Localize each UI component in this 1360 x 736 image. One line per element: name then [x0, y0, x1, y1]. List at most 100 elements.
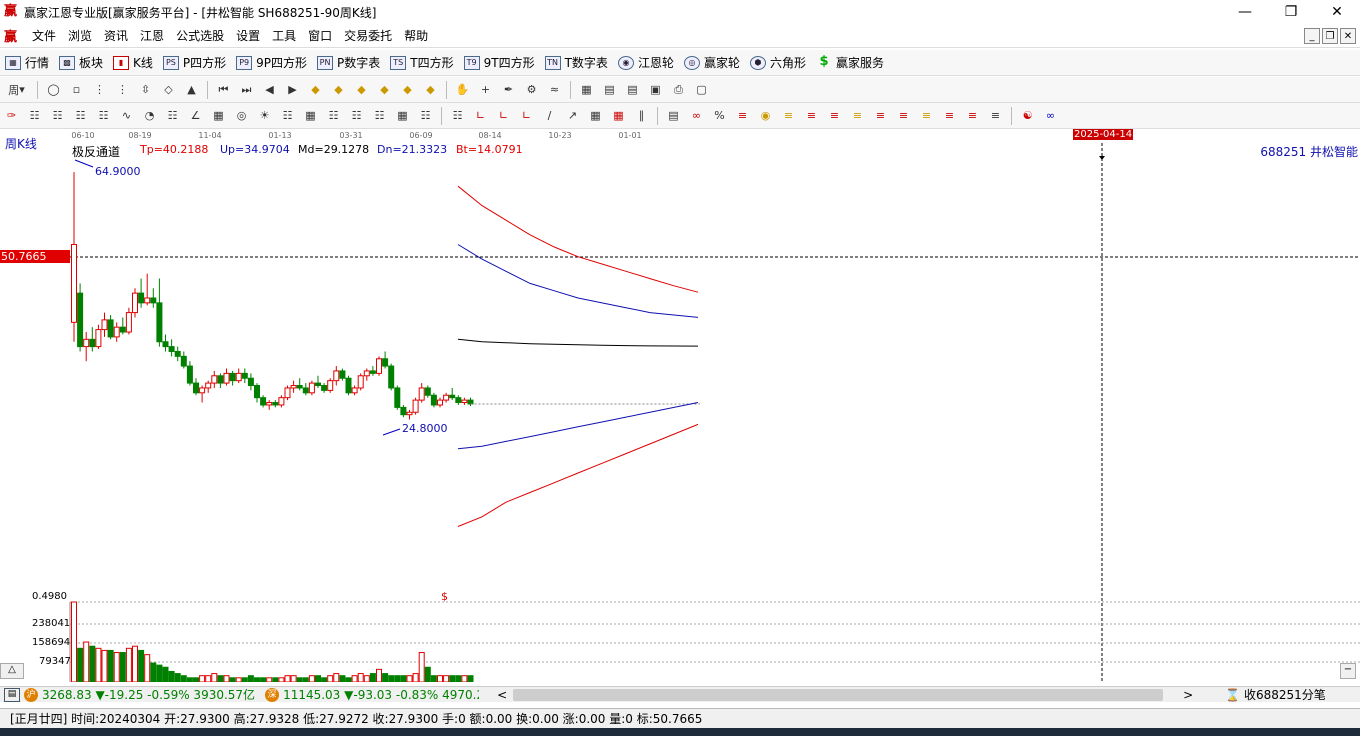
tool-icon-1[interactable]: ◯: [45, 81, 63, 99]
angle-icon[interactable]: ∠: [187, 107, 205, 125]
level-icon-11[interactable]: ≡: [987, 107, 1005, 125]
menu-settings[interactable]: 设置: [230, 27, 266, 44]
bars-icon-3[interactable]: ☷: [72, 107, 90, 125]
tool-icon-6[interactable]: ◇: [160, 81, 178, 99]
bars-icon-1[interactable]: ☷: [26, 107, 44, 125]
calendar-icon[interactable]: ▦: [578, 81, 596, 99]
bars-icon-9[interactable]: ☷: [371, 107, 389, 125]
level-icon-5[interactable]: ≡: [849, 107, 867, 125]
tb-sector-button[interactable]: ▩ 板块: [54, 52, 108, 74]
fan-icon-2[interactable]: ∟: [495, 107, 513, 125]
print-icon[interactable]: ⎙: [670, 81, 688, 99]
level-icon-9[interactable]: ≡: [941, 107, 959, 125]
list-icon[interactable]: ▤: [4, 687, 20, 702]
chart-area[interactable]: 06-10 08-19 11-04 01-13 03-31 06-09 08-14 10-23…: [0, 129, 1360, 682]
tb-ts-button[interactable]: TS T四方形: [385, 52, 458, 74]
tb-t9-button[interactable]: T9 9T四方形: [459, 52, 540, 74]
grid-icon-2[interactable]: ▦: [210, 107, 228, 125]
table-icon-2[interactable]: ▤: [665, 107, 683, 125]
menu-gann[interactable]: 江恩: [134, 27, 170, 44]
tool-icon-7[interactable]: ▲: [183, 81, 201, 99]
grid-icon-3[interactable]: ▦: [302, 107, 320, 125]
bars-icon-8[interactable]: ☷: [348, 107, 366, 125]
mdi-restore-icon[interactable]: ❐: [1322, 28, 1338, 44]
prev-icon[interactable]: ◀: [261, 81, 279, 99]
curve-icon[interactable]: ∿: [118, 107, 136, 125]
diamond-icon-1[interactable]: ◆: [307, 81, 325, 99]
tool-icon-4[interactable]: ⋮: [114, 81, 132, 99]
grid-icon-5[interactable]: ▦: [587, 107, 605, 125]
scroll-thumb[interactable]: [513, 688, 1164, 701]
percent-icon[interactable]: %: [711, 107, 729, 125]
yinyang-icon[interactable]: ☯: [1019, 107, 1037, 125]
pen-icon[interactable]: ✒: [500, 81, 518, 99]
bars-icon-2[interactable]: ☷: [49, 107, 67, 125]
infinity-icon[interactable]: ∞: [1042, 107, 1060, 125]
bars-icon-10[interactable]: ☷: [417, 107, 435, 125]
diamond-icon-4[interactable]: ◆: [376, 81, 394, 99]
diamond-icon-2[interactable]: ◆: [330, 81, 348, 99]
parallel-icon[interactable]: ∥: [633, 107, 651, 125]
level-icon-1[interactable]: ≡: [734, 107, 752, 125]
level-icon-7[interactable]: ≡: [895, 107, 913, 125]
menu-formula[interactable]: 公式选股: [170, 27, 230, 44]
tb-ps-button[interactable]: PS P四方形: [158, 52, 231, 74]
level-icon-3[interactable]: ≡: [803, 107, 821, 125]
gauge-icon[interactable]: ◔: [141, 107, 159, 125]
tick-data-info[interactable]: ⌛ 收688251分笔: [1225, 686, 1326, 703]
period-select[interactable]: 周 ▾: [3, 81, 31, 99]
tb-pn-button[interactable]: PN P数字表: [312, 52, 385, 74]
level-icon-8[interactable]: ≡: [918, 107, 936, 125]
menu-browse[interactable]: 浏览: [62, 27, 98, 44]
sun-icon[interactable]: ☀: [256, 107, 274, 125]
brush-icon[interactable]: ✑: [3, 107, 21, 125]
level-icon-6[interactable]: ≡: [872, 107, 890, 125]
save-icon[interactable]: ▣: [647, 81, 665, 99]
target-icon[interactable]: ◎: [233, 107, 251, 125]
report-icon[interactable]: ▤: [624, 81, 642, 99]
next-icon[interactable]: ▶: [284, 81, 302, 99]
scroll-up-button[interactable]: △: [0, 663, 24, 679]
tb-service-button[interactable]: $ 赢家服务: [811, 52, 889, 74]
diamond-icon-5[interactable]: ◆: [399, 81, 417, 99]
minimize-icon[interactable]: —: [1222, 0, 1268, 24]
diamond-icon-3[interactable]: ◆: [353, 81, 371, 99]
line-icon[interactable]: ∕: [541, 107, 559, 125]
crosshair-icon[interactable]: +: [477, 81, 495, 99]
grid-icon-6[interactable]: ▦: [610, 107, 628, 125]
level-icon-4[interactable]: ≡: [826, 107, 844, 125]
scroll-right-button[interactable]: −: [1340, 663, 1356, 679]
level-icon-2[interactable]: ≡: [780, 107, 798, 125]
table-icon[interactable]: ▤: [601, 81, 619, 99]
restore-icon[interactable]: ❐: [1268, 0, 1314, 24]
bars-icon-5[interactable]: ☷: [164, 107, 182, 125]
menu-tools[interactable]: 工具: [266, 27, 302, 44]
tb-quotes-button[interactable]: ▦ 行情: [0, 52, 54, 74]
tb-winner-wheel-button[interactable]: ◎ 赢家轮: [679, 52, 745, 74]
menu-file[interactable]: 文件: [26, 27, 62, 44]
menu-info[interactable]: 资讯: [98, 27, 134, 44]
bars-icon-7[interactable]: ☷: [325, 107, 343, 125]
fib-icon[interactable]: ☷: [449, 107, 467, 125]
diamond-icon-6[interactable]: ◆: [422, 81, 440, 99]
coin-icon[interactable]: ◉: [757, 107, 775, 125]
level-icon-10[interactable]: ≡: [964, 107, 982, 125]
style-icon[interactable]: ⚙: [523, 81, 541, 99]
tb-gann-wheel-button[interactable]: ◉ 江恩轮: [613, 52, 679, 74]
tb-hexagon-button[interactable]: ⬢ 六角形: [745, 52, 811, 74]
scroll-left-button[interactable]: <: [497, 688, 507, 702]
menu-help[interactable]: 帮助: [398, 27, 434, 44]
tb-tn-button[interactable]: TN T数字表: [540, 52, 613, 74]
hand-icon[interactable]: ✋: [454, 81, 472, 99]
grid-icon-4[interactable]: ▦: [394, 107, 412, 125]
scroll-right-arrow[interactable]: >: [1183, 688, 1193, 702]
export-icon[interactable]: ▢: [693, 81, 711, 99]
ray-icon[interactable]: ↗: [564, 107, 582, 125]
tb-kline-button[interactable]: ▮ K线: [108, 52, 158, 74]
kline-chart[interactable]: 06-10 08-19 11-04 01-13 03-31 06-09 08-14 10-23…: [0, 129, 1360, 682]
last-icon[interactable]: ⏭: [238, 81, 256, 99]
fan-icon-1[interactable]: ∟: [472, 107, 490, 125]
tool-icon-3[interactable]: ⋮: [91, 81, 109, 99]
menu-window[interactable]: 窗口: [302, 27, 338, 44]
bars-icon-4[interactable]: ☷: [95, 107, 113, 125]
